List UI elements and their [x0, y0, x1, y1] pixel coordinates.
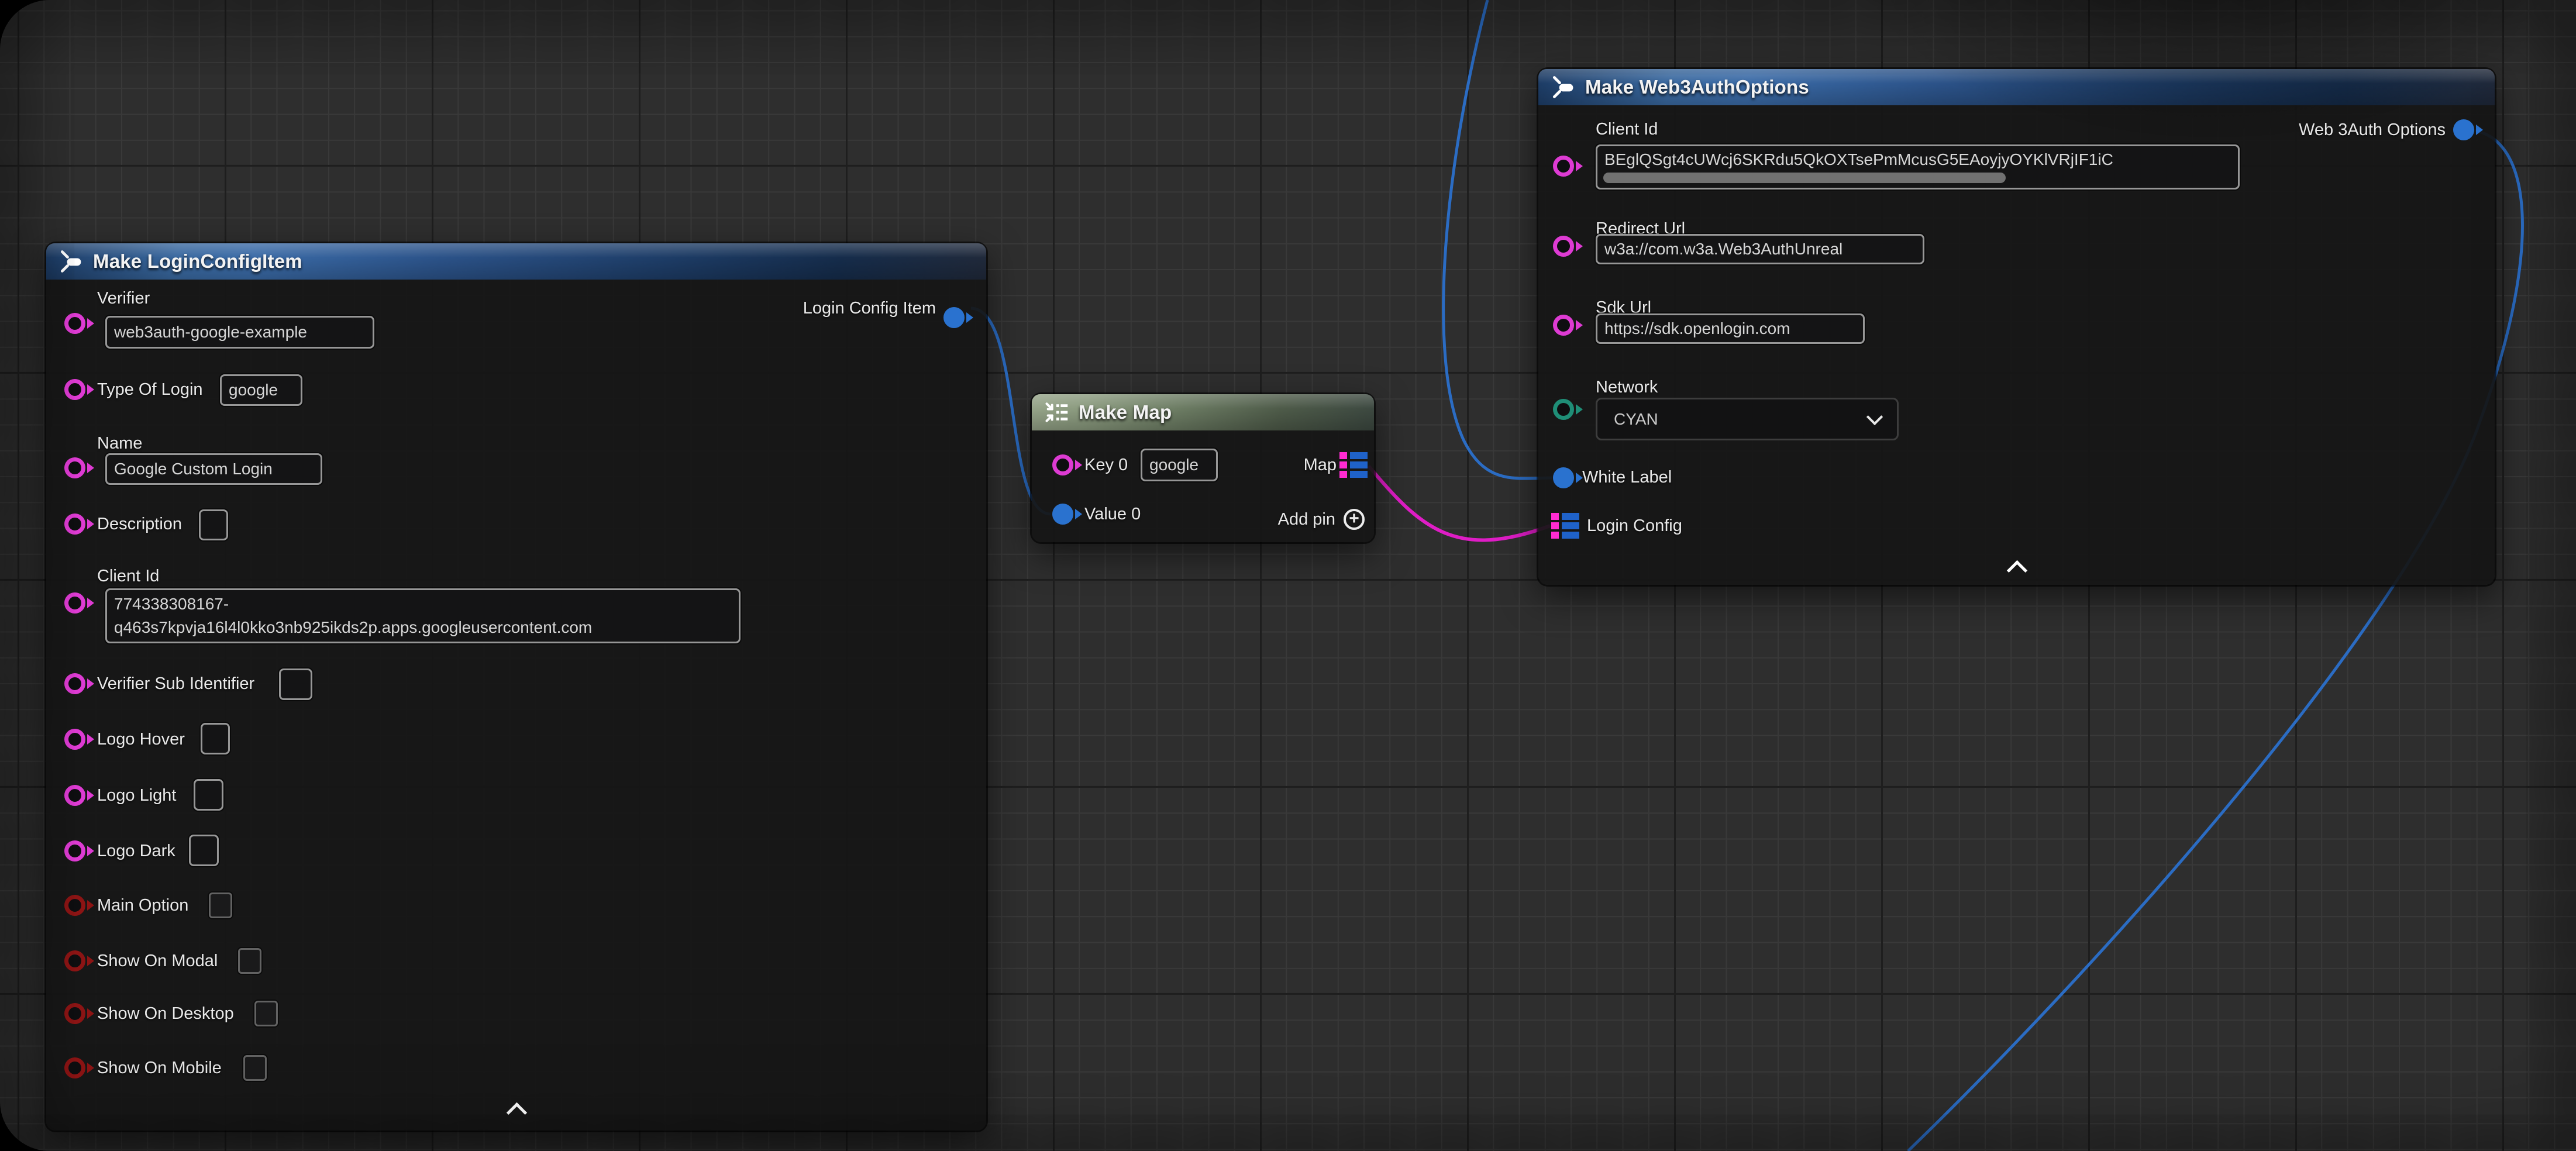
- wire-top-to-white-label[interactable]: [1444, 0, 1552, 478]
- logo-dark-input[interactable]: [189, 835, 219, 866]
- verifier-input[interactable]: web3auth-google-example: [105, 316, 374, 349]
- logo-hover-input[interactable]: [201, 723, 230, 754]
- input-pin-logo-hover[interactable]: [64, 729, 94, 750]
- input-pin-verifier-sub-identifier[interactable]: [64, 673, 94, 694]
- output-pin-login-config-item[interactable]: [943, 307, 973, 328]
- output-pin-web3auth-options[interactable]: [2453, 119, 2483, 140]
- input-pin-show-on-modal[interactable]: [64, 950, 94, 971]
- make-struct-icon: [1550, 74, 1576, 100]
- field-label-show-on-modal: Show On Modal: [97, 950, 218, 971]
- field-label-show-on-mobile: Show On Mobile: [97, 1057, 222, 1078]
- show-on-mobile-checkbox[interactable]: [243, 1055, 267, 1081]
- client-id-input[interactable]: BEglQSgt4cUWcj6SKRdu5QkOXTsePmMcusG5EAoy…: [1596, 144, 2240, 189]
- field-label-logo-dark: Logo Dark: [97, 840, 175, 861]
- field-label-logo-light: Logo Light: [97, 785, 176, 806]
- node-make-web3auth-options[interactable]: Make Web3AuthOptions Web 3Auth Options C…: [1538, 69, 2495, 585]
- collapse-node-chevron-icon[interactable]: [2007, 560, 2027, 581]
- input-pin-login-config[interactable]: [1551, 513, 1579, 539]
- field-label-value0: Value 0: [1084, 504, 1141, 525]
- input-pin-logo-light[interactable]: [64, 785, 94, 806]
- node-title: Make LoginConfigItem: [93, 250, 302, 273]
- node-header[interactable]: Make Map: [1032, 394, 1374, 430]
- node-title: Make Web3AuthOptions: [1585, 76, 1809, 98]
- type-of-login-input[interactable]: google: [220, 374, 302, 406]
- network-dropdown[interactable]: CYAN: [1596, 398, 1899, 440]
- add-pin-button[interactable]: [1344, 509, 1365, 530]
- input-pin-key0[interactable]: [1052, 454, 1082, 475]
- field-label-white-label: White Label: [1582, 467, 1672, 488]
- field-label-network: Network: [1596, 377, 1658, 398]
- input-pin-white-label[interactable]: [1553, 467, 1583, 488]
- make-map-icon: [1044, 399, 1069, 425]
- field-label-client-id: Client Id: [97, 566, 159, 587]
- key0-input[interactable]: google: [1141, 449, 1218, 481]
- input-pin-value0[interactable]: [1052, 504, 1082, 525]
- field-label-verifier: Verifier: [97, 288, 150, 309]
- blueprint-editor: Make LoginConfigItem Login Config Item V…: [0, 0, 2576, 1151]
- input-pin-verifier[interactable]: [64, 313, 94, 334]
- field-label-key0: Key 0: [1084, 454, 1128, 475]
- collapse-node-chevron-icon[interactable]: [507, 1102, 527, 1123]
- field-label-name: Name: [97, 433, 142, 454]
- output-pin-label: Web 3Auth Options: [2299, 119, 2446, 140]
- input-pin-logo-dark[interactable]: [64, 840, 94, 861]
- chevron-down-icon: [1866, 408, 1883, 425]
- show-on-modal-checkbox[interactable]: [238, 948, 261, 974]
- input-pin-client-id[interactable]: [1553, 156, 1583, 177]
- input-pin-show-on-desktop[interactable]: [64, 1003, 94, 1024]
- field-label-description: Description: [97, 514, 182, 535]
- node-make-login-config-item[interactable]: Make LoginConfigItem Login Config Item V…: [46, 243, 986, 1131]
- redirect-url-input[interactable]: w3a://com.w3a.Web3AuthUnreal: [1596, 234, 1924, 264]
- input-pin-network[interactable]: [1553, 399, 1583, 420]
- main-option-checkbox[interactable]: [209, 892, 232, 918]
- client-id-input[interactable]: 774338308167- q463s7kpvja16l4l0kko3nb925…: [105, 588, 741, 643]
- output-pin-label-map: Map: [1304, 454, 1337, 475]
- node-header[interactable]: Make Web3AuthOptions: [1538, 69, 2495, 105]
- field-label-type-of-login: Type Of Login: [97, 379, 203, 400]
- input-pin-type-of-login[interactable]: [64, 379, 94, 400]
- input-pin-main-option[interactable]: [64, 895, 94, 916]
- field-label-show-on-desktop: Show On Desktop: [97, 1003, 234, 1024]
- logo-light-input[interactable]: [194, 779, 223, 811]
- field-label-main-option: Main Option: [97, 895, 188, 916]
- show-on-desktop-checkbox[interactable]: [254, 1001, 278, 1026]
- node-header[interactable]: Make LoginConfigItem: [46, 243, 986, 280]
- input-pin-redirect-url[interactable]: [1553, 236, 1583, 257]
- make-struct-icon: [58, 249, 84, 274]
- name-input[interactable]: Google Custom Login: [105, 453, 322, 485]
- input-pin-client-id[interactable]: [64, 592, 94, 614]
- input-pin-sdk-url[interactable]: [1553, 315, 1583, 336]
- input-pin-show-on-mobile[interactable]: [64, 1057, 94, 1078]
- field-label-verifier-sub-identifier: Verifier Sub Identifier: [97, 673, 254, 694]
- node-title: Make Map: [1079, 401, 1172, 423]
- input-pin-description[interactable]: [64, 514, 94, 535]
- description-input[interactable]: [199, 509, 228, 540]
- verifier-sub-identifier-input[interactable]: [279, 668, 312, 700]
- field-label-client-id: Client Id: [1596, 119, 1658, 140]
- field-label-login-config: Login Config: [1587, 515, 1682, 536]
- node-make-map[interactable]: Make Map Key 0 google Map Value 0 Add pi…: [1032, 394, 1374, 542]
- client-id-scrollbar[interactable]: [1603, 173, 2006, 183]
- graph-canvas[interactable]: Make LoginConfigItem Login Config Item V…: [0, 0, 2576, 1151]
- output-pin-map[interactable]: [1339, 452, 1368, 478]
- output-pin-label: Login Config Item: [803, 298, 936, 319]
- sdk-url-input[interactable]: https://sdk.openlogin.com: [1596, 313, 1865, 344]
- field-label-logo-hover: Logo Hover: [97, 729, 185, 750]
- add-pin-label: Add pin: [1278, 509, 1335, 530]
- input-pin-name[interactable]: [64, 457, 94, 478]
